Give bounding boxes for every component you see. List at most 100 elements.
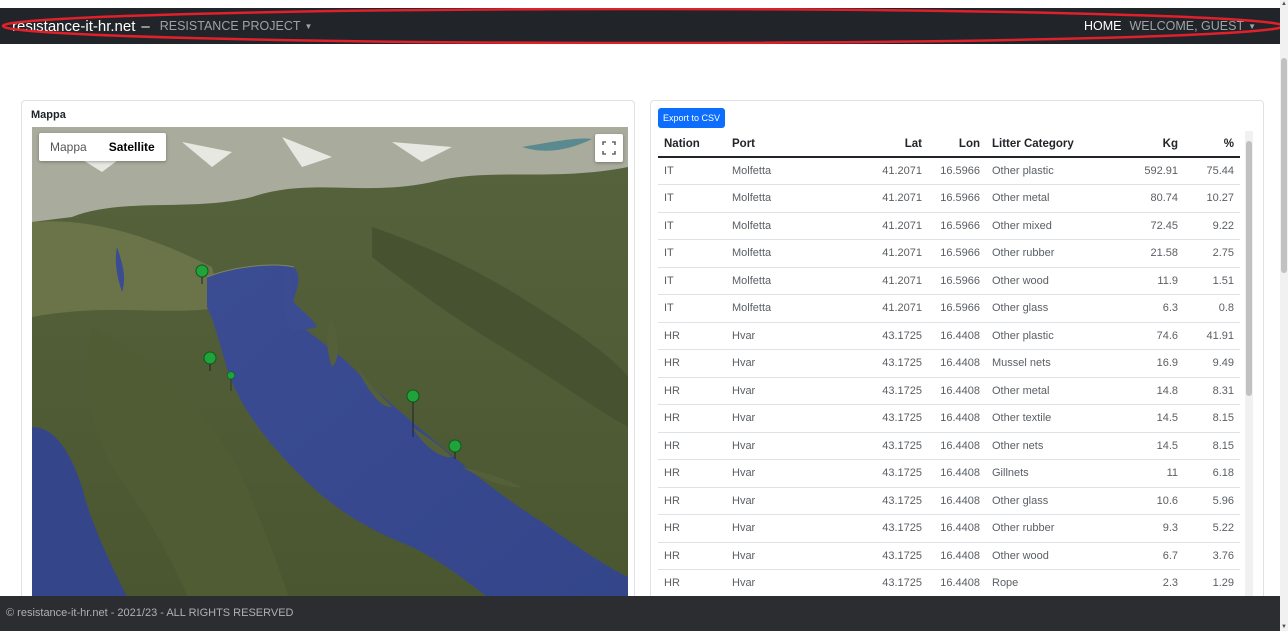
cell-port: Hvar: [726, 542, 824, 570]
resistance-project-menu[interactable]: RESISTANCE PROJECT ▼: [160, 19, 313, 33]
fullscreen-button[interactable]: [595, 134, 623, 162]
cell-lon: 16.4408: [928, 404, 986, 433]
litter-table-card: Export to CSV Nation Port Lat Lon Litter…: [650, 100, 1264, 620]
cell-percent: 9.49: [1184, 349, 1240, 378]
table-scrollbar[interactable]: [1245, 131, 1253, 606]
col-header-lat[interactable]: Lat: [824, 131, 928, 158]
cell-nation: IT: [658, 212, 726, 240]
scroll-down-icon[interactable]: ▼: [1280, 623, 1288, 631]
cell-lat: 41.2071: [824, 294, 928, 323]
cell-kg: 21.58: [1112, 239, 1184, 268]
cell-percent: 6.18: [1184, 459, 1240, 488]
cell-litter-category: Other metal: [986, 184, 1112, 213]
cell-kg: 592.91: [1112, 157, 1184, 185]
cell-kg: 72.45: [1112, 212, 1184, 240]
cell-litter-category: Other plastic: [986, 322, 1112, 350]
cell-port: Molfetta: [726, 267, 824, 295]
page-scrollbar-thumb[interactable]: [1281, 58, 1287, 273]
table-row: HR Hvar 43.1725 16.4408 Other nets 14.5 8.15: [658, 432, 1240, 460]
cell-percent: 10.27: [1184, 184, 1240, 213]
cell-nation: HR: [658, 349, 726, 378]
col-header-percent[interactable]: %: [1184, 131, 1240, 158]
brand-link[interactable]: resistance-it-hr.net: [12, 18, 135, 35]
cell-lon: 16.4408: [928, 459, 986, 488]
resistance-project-label: RESISTANCE PROJECT: [159, 19, 301, 33]
col-header-port[interactable]: Port: [726, 131, 824, 158]
cell-kg: 11: [1112, 459, 1184, 488]
table-row: HR Hvar 43.1725 16.4408 Gillnets 11 6.18: [658, 459, 1240, 488]
cell-litter-category: Other rubber: [986, 514, 1112, 543]
map-marker-icon[interactable]: [406, 389, 420, 437]
cell-port: Molfetta: [726, 239, 824, 268]
cell-port: Hvar: [726, 432, 824, 460]
cell-port: Hvar: [726, 349, 824, 378]
fullscreen-icon: [602, 141, 616, 155]
cell-percent: 1.51: [1184, 267, 1240, 295]
cell-nation: HR: [658, 487, 726, 515]
cell-litter-category: Other mixed: [986, 212, 1112, 240]
map-card: Mappa Mappa Satellite: [21, 100, 635, 620]
map-type-map-button[interactable]: Mappa: [39, 133, 98, 161]
cell-lat: 41.2071: [824, 212, 928, 240]
cell-port: Hvar: [726, 377, 824, 405]
cell-kg: 10.6: [1112, 487, 1184, 515]
cell-nation: HR: [658, 459, 726, 488]
cell-port: Hvar: [726, 322, 824, 350]
map-marker-icon[interactable]: [195, 264, 209, 284]
cell-lat: 41.2071: [824, 267, 928, 295]
col-header-nation[interactable]: Nation: [658, 131, 726, 158]
cell-lat: 41.2071: [824, 239, 928, 268]
cell-lon: 16.4408: [928, 487, 986, 515]
cell-nation: IT: [658, 294, 726, 323]
cell-lat: 43.1725: [824, 322, 928, 350]
cell-kg: 16.9: [1112, 349, 1184, 378]
caret-down-icon: ▼: [1248, 22, 1256, 32]
table-scrollbar-thumb[interactable]: [1246, 141, 1252, 396]
cell-percent: 8.15: [1184, 432, 1240, 460]
home-link[interactable]: HOME: [1084, 19, 1122, 33]
cell-percent: 3.76: [1184, 542, 1240, 570]
cell-port: Hvar: [726, 487, 824, 515]
cell-kg: 14.5: [1112, 404, 1184, 433]
welcome-guest-label: WELCOME, GUEST: [1129, 19, 1245, 33]
cell-nation: IT: [658, 157, 726, 185]
cell-litter-category: Other glass: [986, 487, 1112, 515]
cell-lon: 16.5966: [928, 157, 986, 185]
cell-nation: HR: [658, 569, 726, 598]
cell-nation: HR: [658, 432, 726, 460]
cell-kg: 14.8: [1112, 377, 1184, 405]
cell-percent: 5.22: [1184, 514, 1240, 543]
export-csv-button[interactable]: Export to CSV: [658, 108, 726, 128]
scroll-up-icon[interactable]: ▲: [1280, 0, 1288, 8]
map-marker-icon[interactable]: [224, 371, 238, 391]
cell-port: Hvar: [726, 404, 824, 433]
cell-litter-category: Mussel nets: [986, 349, 1112, 378]
map-marker-icon[interactable]: [448, 439, 462, 459]
map-marker-icon[interactable]: [203, 351, 217, 371]
cell-kg: 2.3: [1112, 569, 1184, 598]
cell-percent: 41.91: [1184, 322, 1240, 350]
cell-lat: 43.1725: [824, 432, 928, 460]
cell-kg: 9.3: [1112, 514, 1184, 543]
cell-litter-category: Other rubber: [986, 239, 1112, 268]
table-row: HR Hvar 43.1725 16.4408 Other glass 10.6 5.96: [658, 487, 1240, 515]
map-type-satellite-button[interactable]: Satellite: [98, 133, 166, 161]
table-row: IT Molfetta 41.2071 16.5966 Other mixed 72.45…: [658, 212, 1240, 240]
table-row: HR Hvar 43.1725 16.4408 Mussel nets 16.9 9.49: [658, 349, 1240, 378]
cell-lon: 16.4408: [928, 432, 986, 460]
col-header-litter-category[interactable]: Litter Category: [986, 131, 1112, 158]
map-card-title: Mappa: [31, 109, 66, 121]
table-row: IT Molfetta 41.2071 16.5966 Other wood 11.9 1.…: [658, 267, 1240, 295]
cell-lat: 43.1725: [824, 542, 928, 570]
table-row: IT Molfetta 41.2071 16.5966 Other metal 80.74…: [658, 184, 1240, 213]
page-scrollbar[interactable]: ▲ ▼: [1280, 0, 1288, 631]
col-header-lon[interactable]: Lon: [928, 131, 986, 158]
table-header-row: Nation Port Lat Lon Litter Category Kg %: [658, 131, 1240, 158]
welcome-guest-menu[interactable]: WELCOME, GUEST ▼: [1129, 19, 1256, 33]
cell-litter-category: Other glass: [986, 294, 1112, 323]
cell-lat: 41.2071: [824, 157, 928, 185]
cell-percent: 0.8: [1184, 294, 1240, 323]
col-header-kg[interactable]: Kg: [1112, 131, 1184, 158]
cell-kg: 6.3: [1112, 294, 1184, 323]
satellite-map[interactable]: Mappa Satellite: [32, 127, 628, 607]
